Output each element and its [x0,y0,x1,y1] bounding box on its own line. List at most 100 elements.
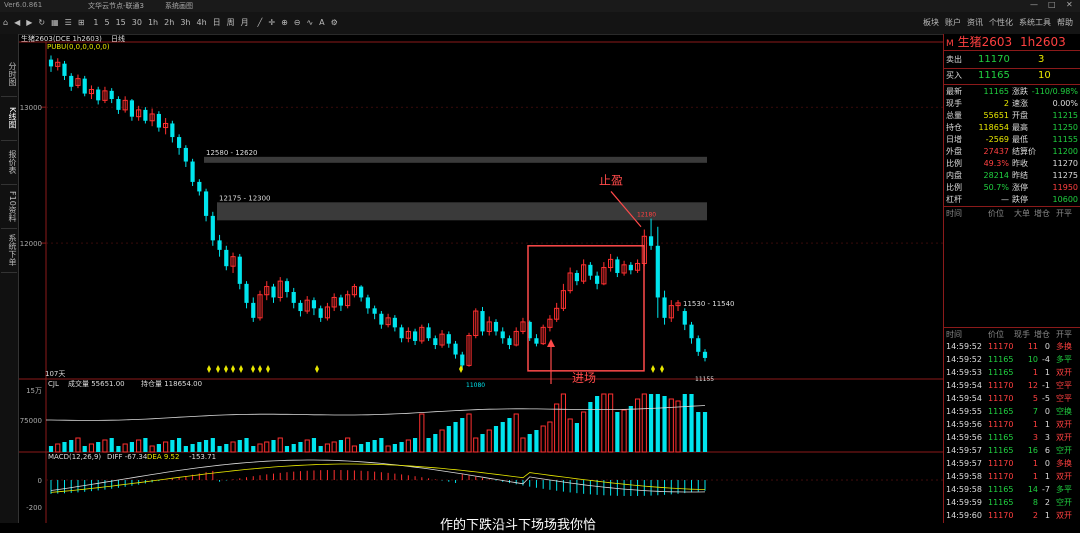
mode-label[interactable]: 系统画图 [165,1,193,11]
rail-tab-1[interactable]: K线图 [1,96,17,141]
close-icon[interactable]: ✕ [1066,0,1073,9]
quote-row-8: 比例 50.7% 涨停 11950 [946,183,1078,192]
menu-item-4[interactable]: 系统工具 [1016,12,1054,34]
zoom-out-icon[interactable]: ⊖ [291,12,304,34]
candle-body-64 [480,311,485,332]
menu-item-1[interactable]: 账户 [942,12,964,34]
menu-item-5[interactable]: 帮助 [1054,12,1076,34]
maximize-icon[interactable]: □ [1048,0,1056,9]
period-2[interactable]: 15 [113,12,129,34]
trade-row: 14:59:58 11165 14 -7 多平 [946,485,1072,494]
candle-body-9 [109,90,114,100]
candle-body-95 [689,324,694,339]
trade-row: 14:59:54 11170 5 -5 空平 [946,394,1072,403]
period-8[interactable]: 日 [210,12,224,34]
volume-bar-57 [433,434,438,452]
period-3[interactable]: 30 [129,12,145,34]
back-icon[interactable]: ◀ [11,12,23,34]
candle-body-84 [615,259,620,273]
indicator-icon[interactable]: ∿ [303,12,316,34]
volume-bar-55 [419,413,425,453]
volume-bar-62 [466,413,472,453]
zone-bar-1 [204,156,707,163]
forward-icon[interactable]: ▶ [23,12,35,34]
rail-tab-4[interactable]: 系统下单 [1,228,17,273]
volume-bar-48 [372,440,377,452]
candle-body-25 [217,240,222,250]
period-6[interactable]: 3h [177,12,193,34]
quote-row-3: 持仓 118654 最高 11250 [946,123,1078,132]
candle-body-94 [682,311,687,325]
period-4[interactable]: 1h [145,12,161,34]
list-icon[interactable]: ☰ [62,12,75,34]
volume-bar-39 [311,438,317,452]
volume-bar-93 [675,400,681,453]
volume-bar-8 [102,439,108,453]
high-mark: 12180 [637,212,656,219]
volume-bar-22 [197,442,202,452]
volume-bar-90 [655,394,660,452]
rail-tab-0[interactable]: 分时图 [1,52,17,97]
home-icon[interactable]: ⌂ [0,12,11,34]
volume-bar-75 [554,403,560,453]
chart-area[interactable]: 13000 12000 12580 - 12620 12175 - 12300 1153… [19,34,943,523]
zone-label-2: 12175 - 12300 [219,194,271,202]
volume-bar-91 [662,396,667,452]
refresh-icon[interactable]: ↻ [35,12,48,34]
volume-bar-26 [224,444,229,452]
menu-item-2[interactable]: 资讯 [964,12,986,34]
candle-body-81 [595,275,600,284]
macd-tick-1: -200 [26,504,42,512]
text-icon[interactable]: A [316,12,327,34]
trade-row: 14:59:53 11165 1 1 双开 [946,368,1072,377]
period-10[interactable]: 月 [238,12,252,34]
kline-chart[interactable]: 13000 12000 12580 - 12620 12175 - 12300 1153… [19,34,943,523]
volume-bar-64 [480,434,485,452]
candle-body-10 [116,99,121,110]
volume-bar-28 [237,440,242,452]
volume-bar-27 [230,441,236,453]
candle-body-40 [318,308,323,318]
volume-bar-5 [82,446,87,452]
rail-tab-3[interactable]: F10资料 [1,184,17,229]
volume-bar-29 [244,438,249,452]
volume-bar-14 [143,438,148,452]
volume-bar-67 [500,422,505,452]
trade-row: 14:59:57 11170 1 0 多换 [946,459,1072,468]
period-5[interactable]: 2h [161,12,177,34]
zoom-in-icon[interactable]: ⊕ [278,12,291,34]
chart-period[interactable]: 日线 [111,34,125,44]
signal-diamond-1 [216,365,220,373]
macd-dea: DEA 9.52 [147,453,179,461]
volume-bar-32 [264,441,270,453]
period-selector: 1 5 15 30 1h 2h 3h 4h 日周月 [90,18,251,28]
cross-icon[interactable]: ✛ [265,12,278,34]
period-9[interactable]: 周 [224,12,238,34]
candle-body-19 [177,137,182,148]
period-7[interactable]: 4h [193,12,209,34]
grid-icon[interactable]: ⊞ [75,12,88,34]
quote-row-2: 总量 55651 开盘 11215 [946,111,1078,120]
period-1[interactable]: 5 [102,12,113,34]
chart-icon[interactable]: ▦ [48,12,62,34]
volume-bar-34 [277,437,283,453]
candle-body-91 [662,297,667,318]
volume-bar-35 [284,446,290,452]
macd-value: -153.71 [189,453,216,461]
rail-tab-2[interactable]: 报价表 [1,140,17,185]
drawing-icon[interactable]: ╱ [255,12,266,34]
trade-row: 14:59:52 11170 11 0 多换 [946,342,1072,351]
indicator-label[interactable]: PUBU(0,0,0,0,0,0) [47,43,110,51]
volume-bar-73 [540,425,546,453]
trade-header: 时间 价位 现手 增仓 开平 [944,329,1080,340]
minimize-icon[interactable]: — [1030,0,1038,9]
period-0[interactable]: 1 [90,12,101,34]
menu-item-3[interactable]: 个性化 [986,12,1016,34]
quote-row-5: 外盘 27437 结算价 11200 [946,147,1078,156]
volume-bar-95 [689,394,694,452]
settings-icon[interactable]: ⚙ [328,12,341,34]
volume-bar-1 [55,443,61,453]
candle-body-57 [433,338,438,346]
menu-item-0[interactable]: 板块 [920,12,942,34]
volume-bar-53 [405,439,411,453]
